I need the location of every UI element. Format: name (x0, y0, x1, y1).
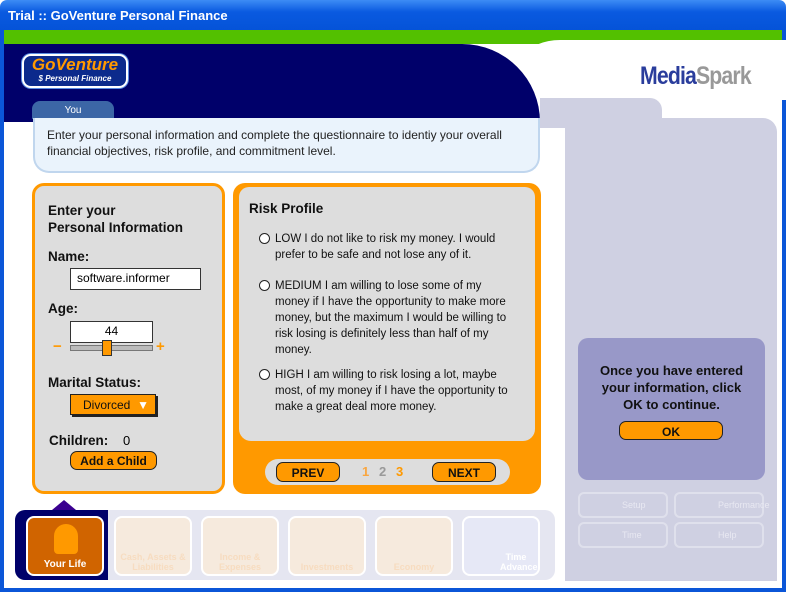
next-button[interactable]: NEXT (432, 462, 496, 482)
goventure-logo: GoVenture $ Personal Finance (22, 54, 128, 88)
pagination: PREV 1 2 3 NEXT (265, 459, 510, 485)
logo-text: GoVenture (31, 55, 119, 74)
marital-label: Marital Status: (48, 375, 142, 390)
heading-line: Enter your (48, 203, 116, 218)
age-increase-button[interactable]: + (156, 338, 165, 355)
nav-income-expenses[interactable]: Income & Expenses (201, 516, 279, 576)
risk-option-medium[interactable]: MEDIUM I am willing to lose some of my m… (259, 278, 509, 358)
marital-status-select[interactable]: Divorced ▼ (70, 394, 156, 415)
nav-label: Your Life (43, 559, 87, 570)
risk-heading: Risk Profile (249, 201, 324, 216)
prev-button[interactable]: PREV (276, 462, 340, 482)
nav-time-advance[interactable]: Time Advance (462, 516, 540, 576)
add-child-button[interactable]: Add a Child (70, 451, 157, 470)
age-label: Age: (48, 301, 78, 316)
ok-message: Once you have entered your information, … (599, 363, 744, 412)
time-button[interactable]: Time (578, 522, 668, 548)
logo-part: Media (640, 62, 697, 90)
instructions: Enter your personal information and comp… (33, 118, 540, 173)
personal-info-panel: Enter your Personal Information Name: sof… (32, 183, 225, 494)
page-2[interactable]: 2 (379, 464, 386, 479)
nav-investments[interactable]: Investments (288, 516, 366, 576)
radio-button[interactable] (259, 280, 270, 291)
ok-button[interactable]: OK (619, 421, 723, 440)
nav-label: Investments (300, 562, 354, 572)
panel-heading: Enter your Personal Information (48, 202, 183, 236)
radio-button[interactable] (259, 233, 270, 244)
logo-subtext: $ Personal Finance (38, 74, 112, 83)
option-text: LOW I do not like to risk my money. I wo… (275, 233, 496, 261)
nav-cash-assets-liabilities[interactable]: Cash, Assets & Liabilities (114, 516, 192, 576)
nav-your-life[interactable]: Your Life (26, 516, 104, 576)
ok-panel: Once you have entered your information, … (578, 338, 765, 480)
page-3[interactable]: 3 (396, 464, 403, 479)
children-label: Children: (49, 433, 109, 448)
nav-label: Economy (393, 562, 435, 572)
window-title: Trial :: GoVenture Personal Finance (0, 0, 786, 30)
radio-button[interactable] (259, 369, 270, 380)
age-decrease-button[interactable]: − (53, 338, 62, 355)
name-label: Name: (48, 249, 90, 264)
person-icon (54, 524, 78, 554)
performance-button[interactable]: Performance (674, 492, 770, 518)
tools-panel: Setup Performance Time Help (578, 492, 770, 572)
selection-pointer (52, 500, 76, 510)
risk-option-low[interactable]: LOW I do not like to risk my money. I wo… (259, 231, 521, 263)
heading-line: Personal Information (48, 220, 184, 235)
nav-economy[interactable]: Economy (375, 516, 453, 576)
option-text: MEDIUM I am willing to lose some of my m… (275, 280, 507, 356)
risk-option-high[interactable]: HIGH I am willing to risk losing a lot, … (259, 367, 509, 415)
page-1[interactable]: 1 (362, 464, 369, 479)
risk-content: Risk Profile LOW I do not like to risk m… (239, 187, 535, 441)
option-text: HIGH I am willing to risk losing a lot, … (275, 369, 508, 413)
dropdown-arrow-icon: ▼ (137, 398, 149, 412)
age-slider-thumb[interactable] (102, 340, 113, 356)
children-count: 0 (123, 433, 131, 448)
mediaspark-logo: MediaSpark (640, 62, 752, 91)
name-input[interactable]: software.informer (70, 268, 201, 290)
marital-value: Divorced (83, 398, 131, 412)
setup-button[interactable]: Setup (578, 492, 668, 518)
help-button[interactable]: Help (674, 522, 764, 548)
tab-you[interactable]: You (32, 101, 114, 119)
risk-profile-panel: Risk Profile LOW I do not like to risk m… (233, 183, 541, 494)
nav-label: Cash, Assets & Liabilities (120, 552, 186, 572)
logo-part: Spark (695, 62, 752, 90)
nav-label: Income & Expenses (218, 552, 262, 572)
nav-label: Time Advance (500, 552, 538, 572)
